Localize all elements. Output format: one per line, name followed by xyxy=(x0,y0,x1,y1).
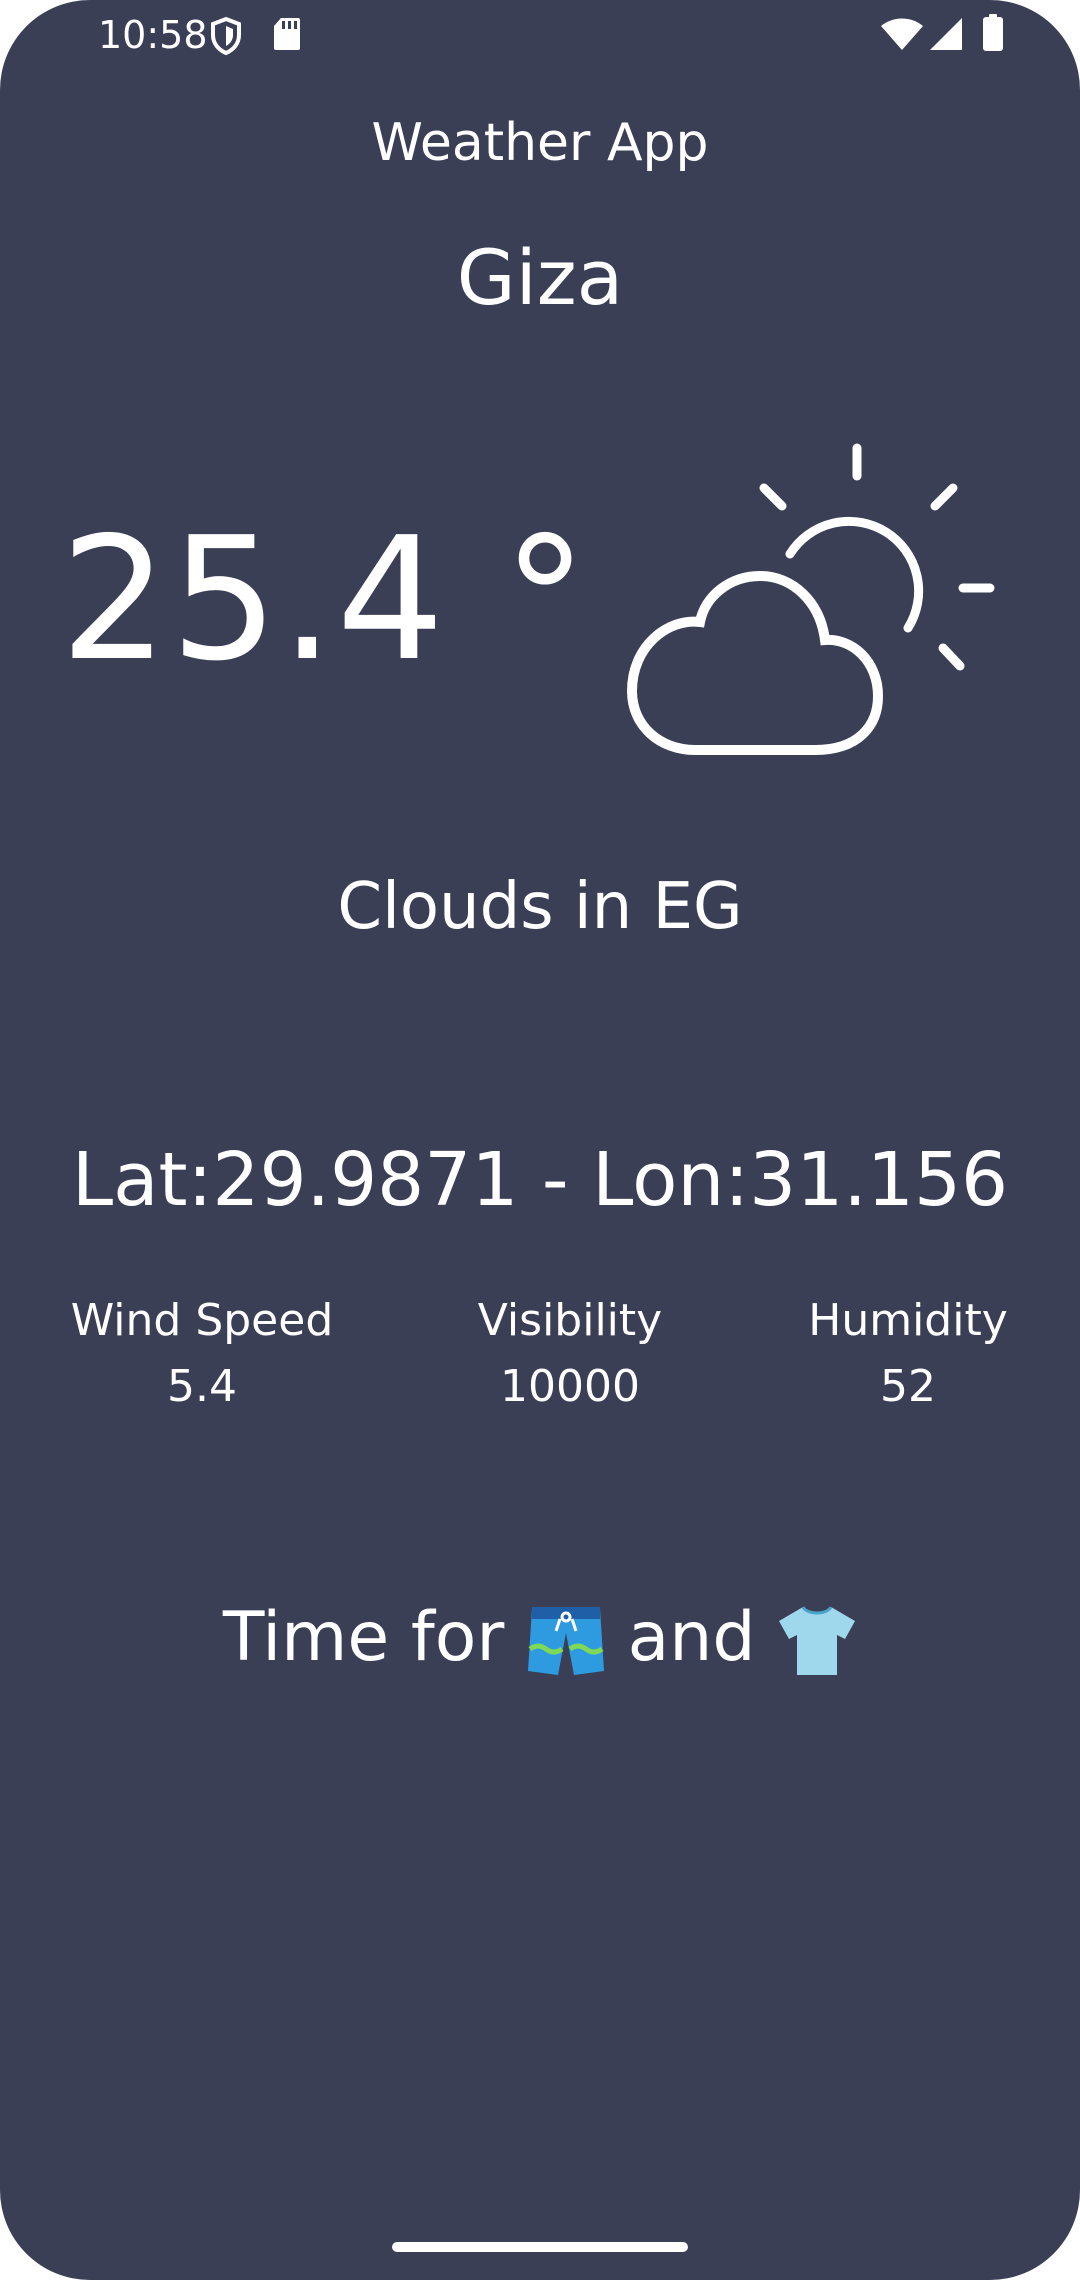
screen: 10:58 Weather App Giza 25.4 ° Clouds in … xyxy=(0,0,1080,2280)
partly-cloudy-icon xyxy=(626,443,995,755)
app-title: Weather App xyxy=(371,113,709,173)
visibility-value: 10000 xyxy=(500,1361,640,1412)
status-time: 10:58 xyxy=(98,13,208,57)
advice-text-before: Time for xyxy=(222,1598,526,1677)
wifi-icon xyxy=(881,18,923,50)
city-name: Giza xyxy=(456,233,624,322)
battery-icon xyxy=(983,14,1003,51)
wind-speed-stat: Wind Speed 5.4 xyxy=(42,1290,362,1418)
temperature: 25.4 ° xyxy=(60,501,590,699)
clothing-advice: Time for and xyxy=(0,1588,1080,1688)
visibility-label: Visibility xyxy=(477,1295,663,1346)
signal-icon xyxy=(930,18,962,50)
humidity-label: Humidity xyxy=(808,1295,1008,1346)
home-indicator[interactable] xyxy=(392,2242,688,2252)
humidity-value: 52 xyxy=(880,1361,936,1412)
wind-speed-value: 5.4 xyxy=(167,1361,237,1412)
tshirt-icon xyxy=(779,1606,856,1676)
humidity-stat: Humidity 52 xyxy=(748,1290,1068,1418)
shield-icon xyxy=(211,16,241,56)
shorts-icon xyxy=(527,1607,604,1676)
coordinates: Lat:29.9871 - Lon:31.156 xyxy=(71,1137,1009,1223)
weather-condition: Clouds in EG xyxy=(337,870,743,944)
visibility-stat: Visibility 10000 xyxy=(410,1290,730,1418)
advice-text-middle: and xyxy=(605,1598,778,1677)
wind-speed-label: Wind Speed xyxy=(70,1295,334,1346)
sd-card-icon xyxy=(274,18,300,50)
status-bar: 10:58 xyxy=(0,0,1080,70)
